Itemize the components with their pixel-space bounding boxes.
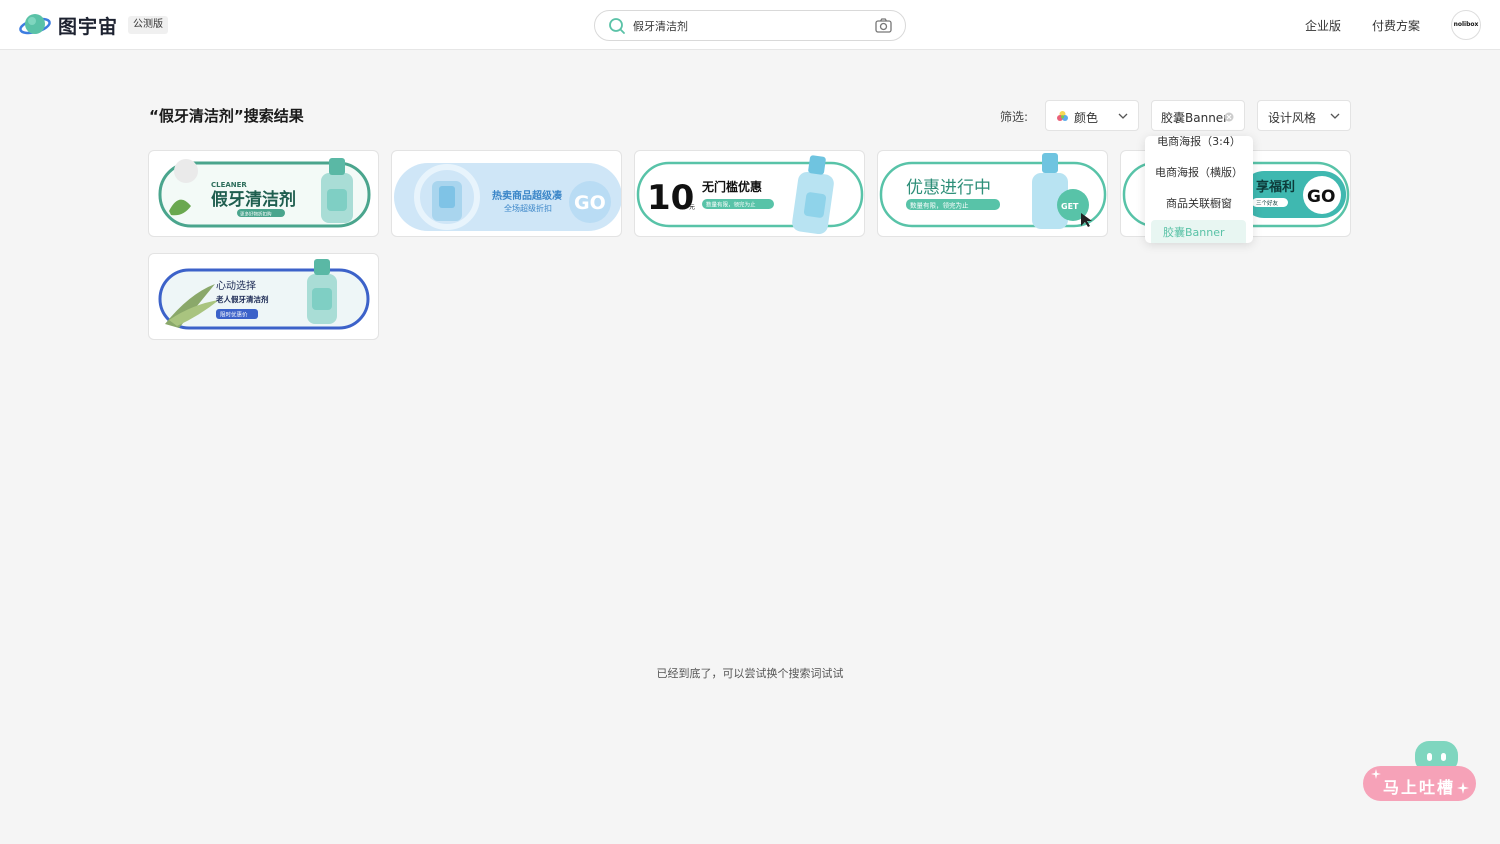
card4-tag: 数量有限，领完为止 bbox=[910, 201, 969, 210]
card3-unit: 元 bbox=[689, 204, 695, 211]
card1-kicker: CLEANER bbox=[211, 181, 247, 189]
card4-title: 优惠进行中 bbox=[906, 178, 991, 198]
chevron-down-icon bbox=[1118, 113, 1128, 119]
card2-cta: GO bbox=[574, 192, 606, 214]
card5-cta: GO bbox=[1307, 187, 1335, 207]
sparkle-icon bbox=[1371, 769, 1381, 779]
feedback-label: 马上吐槽 bbox=[1383, 778, 1456, 797]
chevron-down-icon bbox=[1330, 113, 1340, 119]
results-title: “假牙清洁剂”搜索结果 bbox=[149, 107, 304, 125]
planet-logo-icon[interactable] bbox=[18, 11, 52, 39]
avatar[interactable]: nolibox bbox=[1451, 10, 1481, 40]
card6-tag: 限时优惠价 bbox=[220, 311, 248, 319]
beta-badge: 公测版 bbox=[128, 16, 168, 34]
card6-subtitle: 老人假牙清洁剂 bbox=[215, 294, 269, 304]
card3-tag: 数量有限，领完为止 bbox=[706, 201, 756, 209]
banner-image: CLEANER 假牙清洁剂 更多好物折扣购 bbox=[158, 158, 371, 228]
color-wheel-icon bbox=[1057, 111, 1068, 121]
card5-tag: 三个好友 bbox=[1256, 199, 1279, 207]
card2-subtitle: 全场超级折扣 bbox=[504, 203, 552, 213]
result-card[interactable]: CLEANER 假牙清洁剂 更多好物折扣购 bbox=[148, 150, 379, 237]
card5-title: 享福利 bbox=[1256, 179, 1295, 195]
card4-cta: GET bbox=[1061, 202, 1079, 211]
filter-label: 筛选: bbox=[1000, 110, 1029, 124]
card1-title: 假牙清洁剂 bbox=[211, 189, 296, 210]
card2-title: 热卖商品超级凑 bbox=[492, 189, 563, 202]
search-bar bbox=[594, 10, 906, 41]
color-filter[interactable]: 颜色 bbox=[1045, 100, 1139, 131]
banner-image: 10 元 无门槛优惠 数量有限，领完为止 bbox=[636, 155, 864, 235]
search-icon[interactable] bbox=[608, 17, 626, 35]
type-filter[interactable]: 胶囊Banner bbox=[1151, 100, 1245, 131]
result-card[interactable]: 心动选择 老人假牙清洁剂 限时优惠价 bbox=[148, 253, 379, 340]
search-input[interactable] bbox=[633, 16, 863, 36]
color-filter-label: 颜色 bbox=[1074, 111, 1099, 125]
banner-image: 优惠进行中 数量有限，领完为止 GET bbox=[879, 153, 1107, 229]
card3-title: 无门槛优惠 bbox=[701, 179, 762, 194]
card6-title: 心动选择 bbox=[216, 279, 256, 292]
result-card[interactable]: 热卖商品超级凑 全场超级折扣 GO bbox=[391, 150, 622, 237]
dropdown-item-capsule-banner[interactable]: 胶囊Banner bbox=[1151, 220, 1246, 243]
clear-icon[interactable] bbox=[1224, 112, 1234, 122]
banner-image: 热卖商品超级凑 全场超级折扣 GO bbox=[394, 163, 621, 231]
type-dropdown: 电商海报（3:4） 电商海报（横版） 商品关联橱窗 胶囊Banner bbox=[1145, 136, 1253, 243]
top-header: 图宇宙 公测版 企业版 付费方案 nolibox bbox=[0, 0, 1500, 50]
camera-icon[interactable] bbox=[875, 18, 892, 33]
feedback-button[interactable]: 马上吐槽 bbox=[1363, 741, 1476, 801]
dropdown-item-product-window[interactable]: 商品关联橱窗 bbox=[1145, 195, 1253, 211]
end-of-results-message: 已经到底了，可以尝试换个搜索词试试 bbox=[656, 667, 844, 680]
result-card[interactable]: 优惠进行中 数量有限，领完为止 GET bbox=[877, 150, 1108, 237]
result-card[interactable]: 10 元 无门槛优惠 数量有限，领完为止 bbox=[634, 150, 865, 237]
sparkle-icon bbox=[1457, 782, 1469, 794]
brand-name[interactable]: 图宇宙 bbox=[58, 12, 118, 39]
type-filter-label: 胶囊Banner bbox=[1161, 111, 1229, 125]
style-filter-label: 设计风格 bbox=[1268, 111, 1317, 125]
dropdown-item-poster-landscape[interactable]: 电商海报（横版） bbox=[1145, 164, 1253, 180]
card3-big-number: 10 bbox=[647, 178, 694, 218]
card1-tag: 更多好物折扣购 bbox=[240, 211, 272, 218]
nav-pricing[interactable]: 付费方案 bbox=[1372, 17, 1420, 34]
dropdown-item-poster-3-4[interactable]: 电商海报（3:4） bbox=[1145, 136, 1253, 149]
nav-enterprise[interactable]: 企业版 bbox=[1305, 17, 1341, 34]
banner-image: 心动选择 老人假牙清洁剂 限时优惠价 bbox=[158, 259, 370, 330]
style-filter[interactable]: 设计风格 bbox=[1257, 100, 1351, 131]
